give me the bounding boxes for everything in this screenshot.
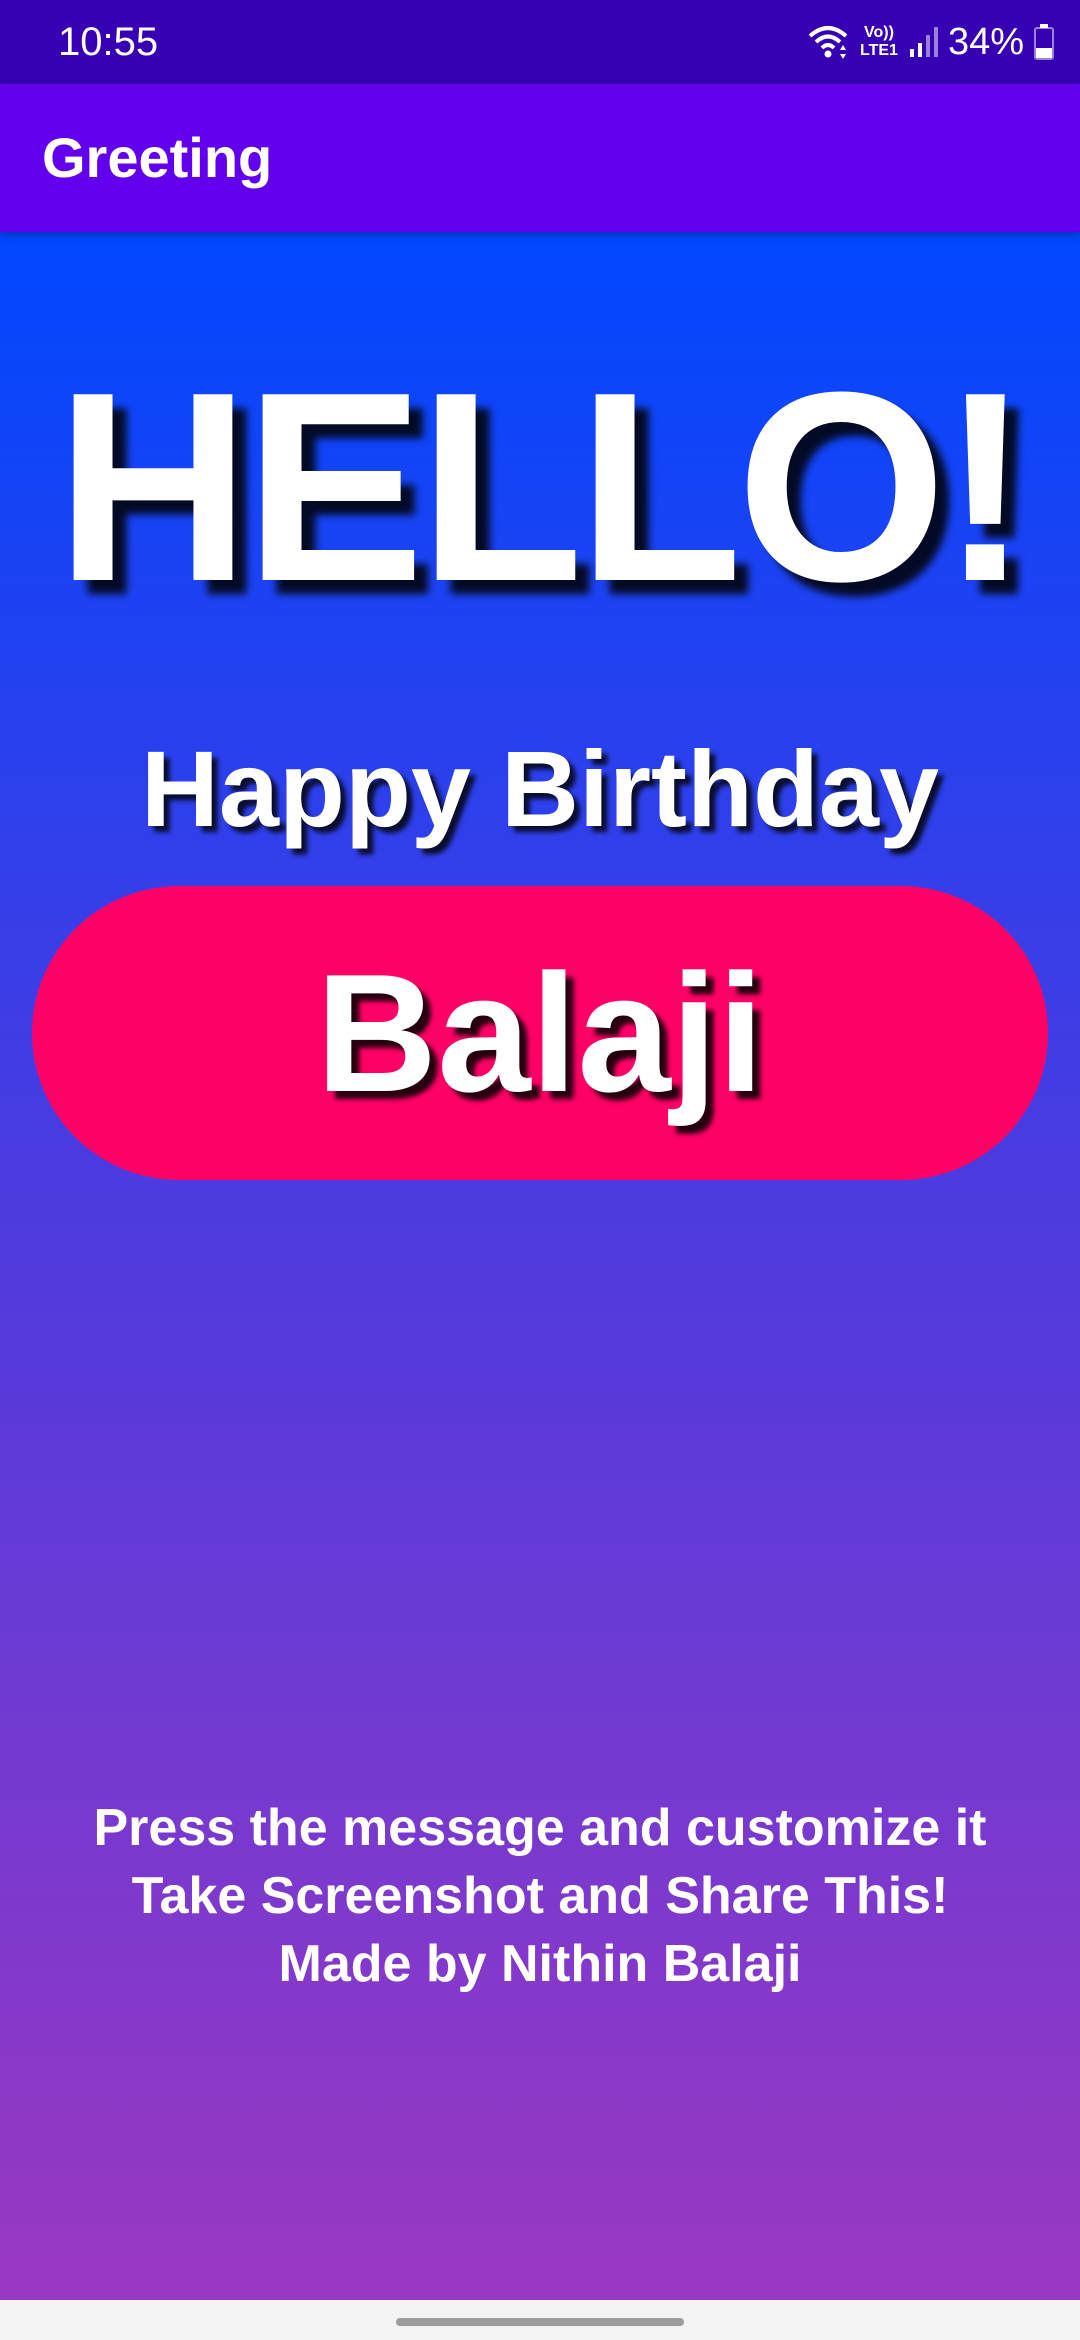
lte-label: LTE1 — [860, 42, 898, 59]
name-button[interactable]: Balaji — [32, 886, 1048, 1180]
battery-percentage: 34% — [947, 21, 1024, 63]
battery-icon — [1034, 24, 1054, 60]
status-time: 10:55 — [58, 20, 159, 64]
footer-instructions: Press the message and customize it Take … — [0, 1794, 1080, 1998]
volte-label: Vo)) — [864, 24, 894, 41]
app-bar: Greeting — [0, 84, 1080, 232]
status-bar: 10:55 Vo)) LTE1 34% — [0, 0, 1080, 84]
home-gesture-handle[interactable] — [396, 2318, 684, 2326]
navigation-bar — [0, 2300, 1080, 2340]
footer-line-customize: Press the message and customize it — [93, 1799, 987, 1857]
footer-line-credit: Made by Nithin Balaji — [278, 1935, 802, 1993]
status-icons: Vo)) LTE1 34% — [806, 18, 1054, 66]
footer-line-share: Take Screenshot and Share This! — [131, 1867, 949, 1925]
volte-lte-icon: Vo)) LTE1 — [860, 24, 898, 60]
name-label: Balaji — [315, 939, 765, 1127]
hello-heading[interactable]: HELLO! — [0, 348, 1080, 628]
occasion-text[interactable]: Happy Birthday — [0, 724, 1080, 854]
signal-icon — [908, 25, 938, 59]
wifi-icon — [806, 22, 850, 62]
app-title: Greeting — [42, 126, 273, 189]
